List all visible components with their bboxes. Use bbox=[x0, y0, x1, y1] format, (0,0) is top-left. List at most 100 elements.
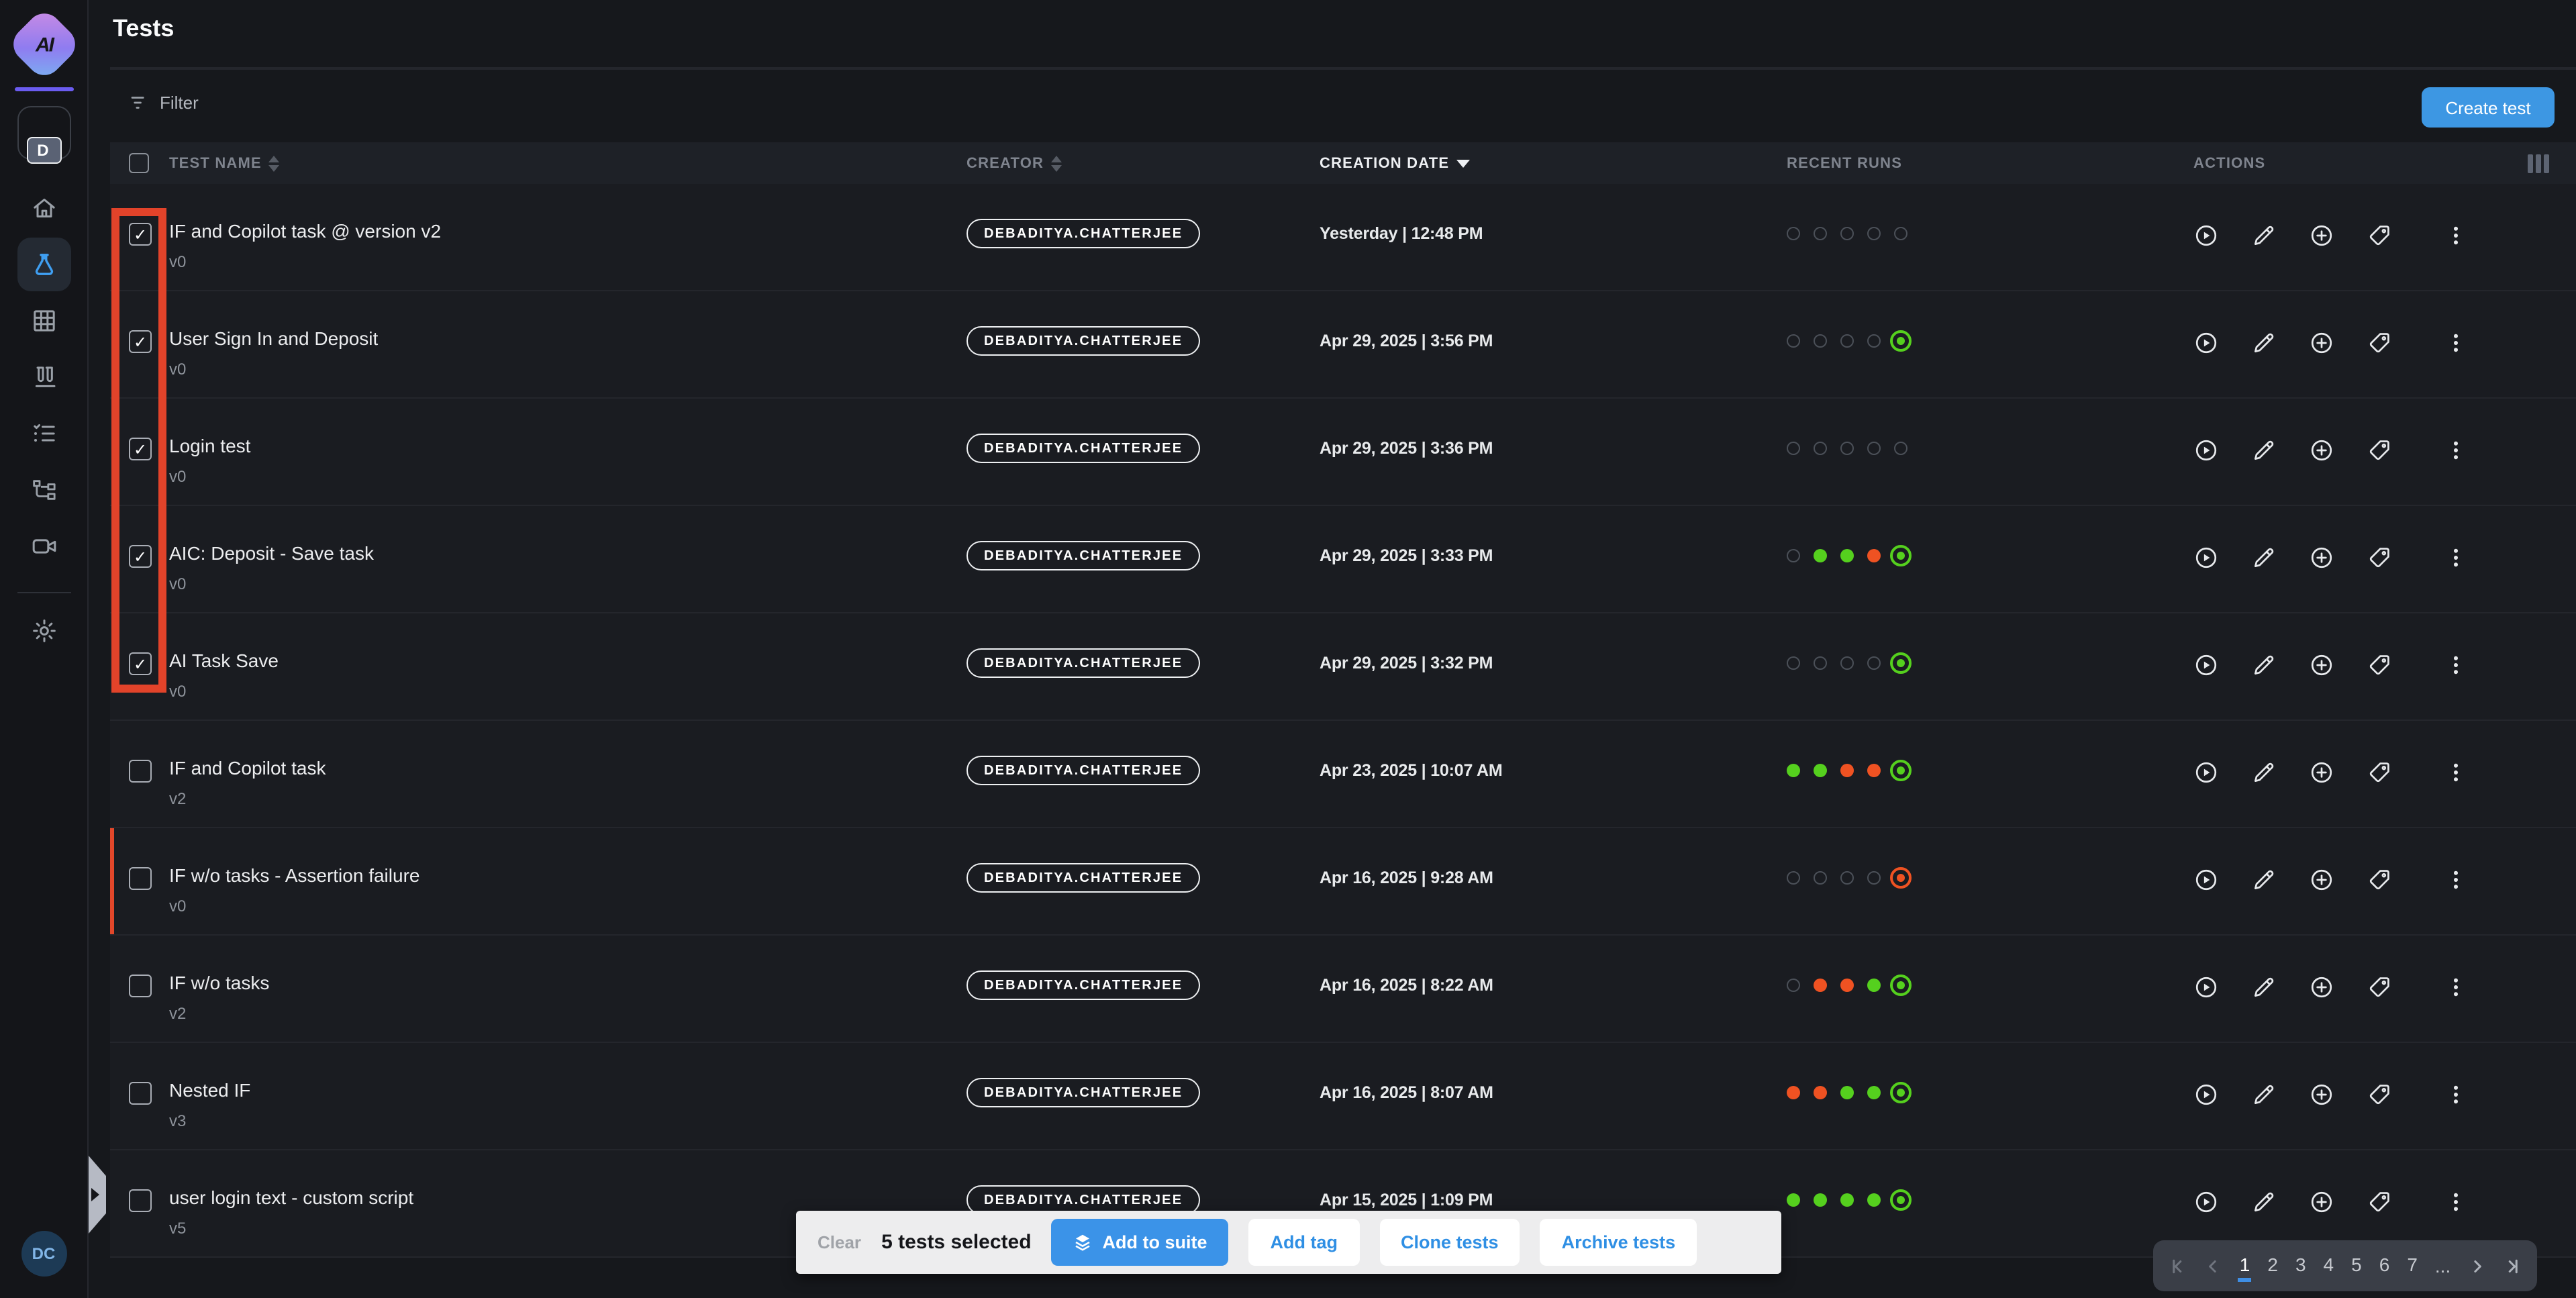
user-avatar[interactable]: DC bbox=[21, 1231, 66, 1277]
prev-page-button[interactable] bbox=[2203, 1256, 2224, 1276]
column-creation-date[interactable]: CREATION DATE bbox=[1320, 155, 1787, 171]
column-settings-icon[interactable] bbox=[2528, 154, 2549, 172]
edit-icon[interactable] bbox=[2251, 437, 2277, 462]
page-number-3[interactable]: 3 bbox=[2294, 1250, 2308, 1281]
more-actions-icon[interactable] bbox=[2443, 652, 2469, 677]
row-checkbox[interactable] bbox=[129, 1082, 152, 1105]
add-tag-button[interactable]: Add tag bbox=[1249, 1219, 1360, 1266]
edit-icon[interactable] bbox=[2251, 330, 2277, 355]
tag-icon[interactable] bbox=[2367, 330, 2392, 355]
edit-icon[interactable] bbox=[2251, 652, 2277, 677]
run-test-icon[interactable] bbox=[2193, 544, 2219, 570]
select-all-checkbox[interactable] bbox=[129, 153, 149, 173]
tag-icon[interactable] bbox=[2367, 759, 2392, 785]
row-checkbox[interactable]: ✓ bbox=[129, 223, 152, 246]
page-number-2[interactable]: 2 bbox=[2266, 1250, 2279, 1281]
test-name[interactable]: User Sign In and Deposit bbox=[169, 291, 967, 350]
add-to-suite-icon[interactable] bbox=[2309, 866, 2334, 892]
test-name[interactable]: IF and Copilot task bbox=[169, 721, 967, 780]
edit-icon[interactable] bbox=[2251, 759, 2277, 785]
test-name[interactable]: user login text - custom script bbox=[169, 1150, 967, 1209]
more-actions-icon[interactable] bbox=[2443, 222, 2469, 248]
more-actions-icon[interactable] bbox=[2443, 437, 2469, 462]
row-checkbox[interactable] bbox=[129, 867, 152, 890]
add-to-suite-icon[interactable] bbox=[2309, 1189, 2334, 1214]
add-to-suite-icon[interactable] bbox=[2309, 544, 2334, 570]
test-name[interactable]: IF and Copilot task @ version v2 bbox=[169, 184, 967, 243]
tag-icon[interactable] bbox=[2367, 222, 2392, 248]
edit-icon[interactable] bbox=[2251, 1189, 2277, 1214]
add-to-suite-icon[interactable] bbox=[2309, 759, 2334, 785]
row-checkbox[interactable]: ✓ bbox=[129, 652, 152, 675]
tag-icon[interactable] bbox=[2367, 652, 2392, 677]
sidebar-item-home[interactable] bbox=[17, 181, 70, 235]
row-checkbox[interactable]: ✓ bbox=[129, 438, 152, 460]
run-test-icon[interactable] bbox=[2193, 330, 2219, 355]
page-number-6[interactable]: 6 bbox=[2378, 1250, 2391, 1281]
table-row[interactable]: IF w/o tasks - Assertion failure v0 DEBA… bbox=[110, 828, 2576, 936]
test-name[interactable]: AI Task Save bbox=[169, 613, 967, 672]
last-page-button[interactable] bbox=[2501, 1256, 2522, 1276]
filter-button[interactable]: Filter bbox=[129, 93, 199, 113]
add-to-suite-icon[interactable] bbox=[2309, 330, 2334, 355]
add-to-suite-icon[interactable] bbox=[2309, 437, 2334, 462]
row-checkbox[interactable] bbox=[129, 1189, 152, 1212]
workspace-switcher[interactable]: D bbox=[17, 106, 70, 160]
more-actions-icon[interactable] bbox=[2443, 974, 2469, 999]
table-row[interactable]: IF w/o tasks v2 DEBADITYA.CHATTERJEE Apr… bbox=[110, 936, 2576, 1043]
more-actions-icon[interactable] bbox=[2443, 1081, 2469, 1107]
table-row[interactable]: ✓ AIC: Deposit - Save task v0 DEBADITYA.… bbox=[110, 506, 2576, 613]
add-to-suite-button[interactable]: Add to suite bbox=[1052, 1219, 1229, 1266]
add-to-suite-icon[interactable] bbox=[2309, 652, 2334, 677]
run-test-icon[interactable] bbox=[2193, 974, 2219, 999]
sidebar-item-tests[interactable] bbox=[17, 238, 70, 291]
add-to-suite-icon[interactable] bbox=[2309, 222, 2334, 248]
tag-icon[interactable] bbox=[2367, 866, 2392, 892]
run-test-icon[interactable] bbox=[2193, 652, 2219, 677]
edit-icon[interactable] bbox=[2251, 974, 2277, 999]
edit-icon[interactable] bbox=[2251, 544, 2277, 570]
sidebar-item-recordings[interactable] bbox=[17, 519, 70, 573]
more-actions-icon[interactable] bbox=[2443, 544, 2469, 570]
clear-selection-button[interactable]: Clear bbox=[818, 1232, 861, 1252]
run-test-icon[interactable] bbox=[2193, 1081, 2219, 1107]
create-test-button[interactable]: Create test bbox=[2422, 87, 2555, 128]
row-checkbox[interactable]: ✓ bbox=[129, 330, 152, 353]
edit-icon[interactable] bbox=[2251, 1081, 2277, 1107]
row-checkbox[interactable] bbox=[129, 975, 152, 997]
more-actions-icon[interactable] bbox=[2443, 1189, 2469, 1214]
run-test-icon[interactable] bbox=[2193, 437, 2219, 462]
table-row[interactable]: ✓ Login test v0 DEBADITYA.CHATTERJEE Apr… bbox=[110, 399, 2576, 506]
sidebar-item-data-grid[interactable] bbox=[17, 294, 70, 348]
test-name[interactable]: IF w/o tasks - Assertion failure bbox=[169, 828, 967, 887]
run-test-icon[interactable] bbox=[2193, 759, 2219, 785]
test-name[interactable]: Nested IF bbox=[169, 1043, 967, 1102]
add-to-suite-icon[interactable] bbox=[2309, 1081, 2334, 1107]
test-name[interactable]: AIC: Deposit - Save task bbox=[169, 506, 967, 565]
sidebar-item-checklist[interactable] bbox=[17, 407, 70, 460]
test-name[interactable]: IF w/o tasks bbox=[169, 936, 967, 995]
tag-icon[interactable] bbox=[2367, 544, 2392, 570]
row-checkbox[interactable] bbox=[129, 760, 152, 783]
table-row[interactable]: ✓ IF and Copilot task @ version v2 v0 DE… bbox=[110, 184, 2576, 291]
column-test-name[interactable]: TEST NAME bbox=[169, 155, 967, 171]
run-test-icon[interactable] bbox=[2193, 866, 2219, 892]
edit-icon[interactable] bbox=[2251, 222, 2277, 248]
tag-icon[interactable] bbox=[2367, 437, 2392, 462]
tag-icon[interactable] bbox=[2367, 1189, 2392, 1214]
clone-tests-button[interactable]: Clone tests bbox=[1379, 1219, 1520, 1266]
row-checkbox[interactable]: ✓ bbox=[129, 545, 152, 568]
more-actions-icon[interactable] bbox=[2443, 759, 2469, 785]
tag-icon[interactable] bbox=[2367, 1081, 2392, 1107]
archive-tests-button[interactable]: Archive tests bbox=[1540, 1219, 1697, 1266]
page-number-5[interactable]: 5 bbox=[2350, 1250, 2363, 1281]
add-to-suite-icon[interactable] bbox=[2309, 974, 2334, 999]
more-actions-icon[interactable] bbox=[2443, 866, 2469, 892]
sidebar-item-flow-tree[interactable] bbox=[17, 463, 70, 517]
run-test-icon[interactable] bbox=[2193, 222, 2219, 248]
more-actions-icon[interactable] bbox=[2443, 330, 2469, 355]
first-page-button[interactable] bbox=[2169, 1256, 2189, 1276]
column-creator[interactable]: CREATOR bbox=[967, 155, 1320, 171]
page-number-4[interactable]: 4 bbox=[2322, 1250, 2336, 1281]
page-number-7[interactable]: 7 bbox=[2406, 1250, 2419, 1281]
